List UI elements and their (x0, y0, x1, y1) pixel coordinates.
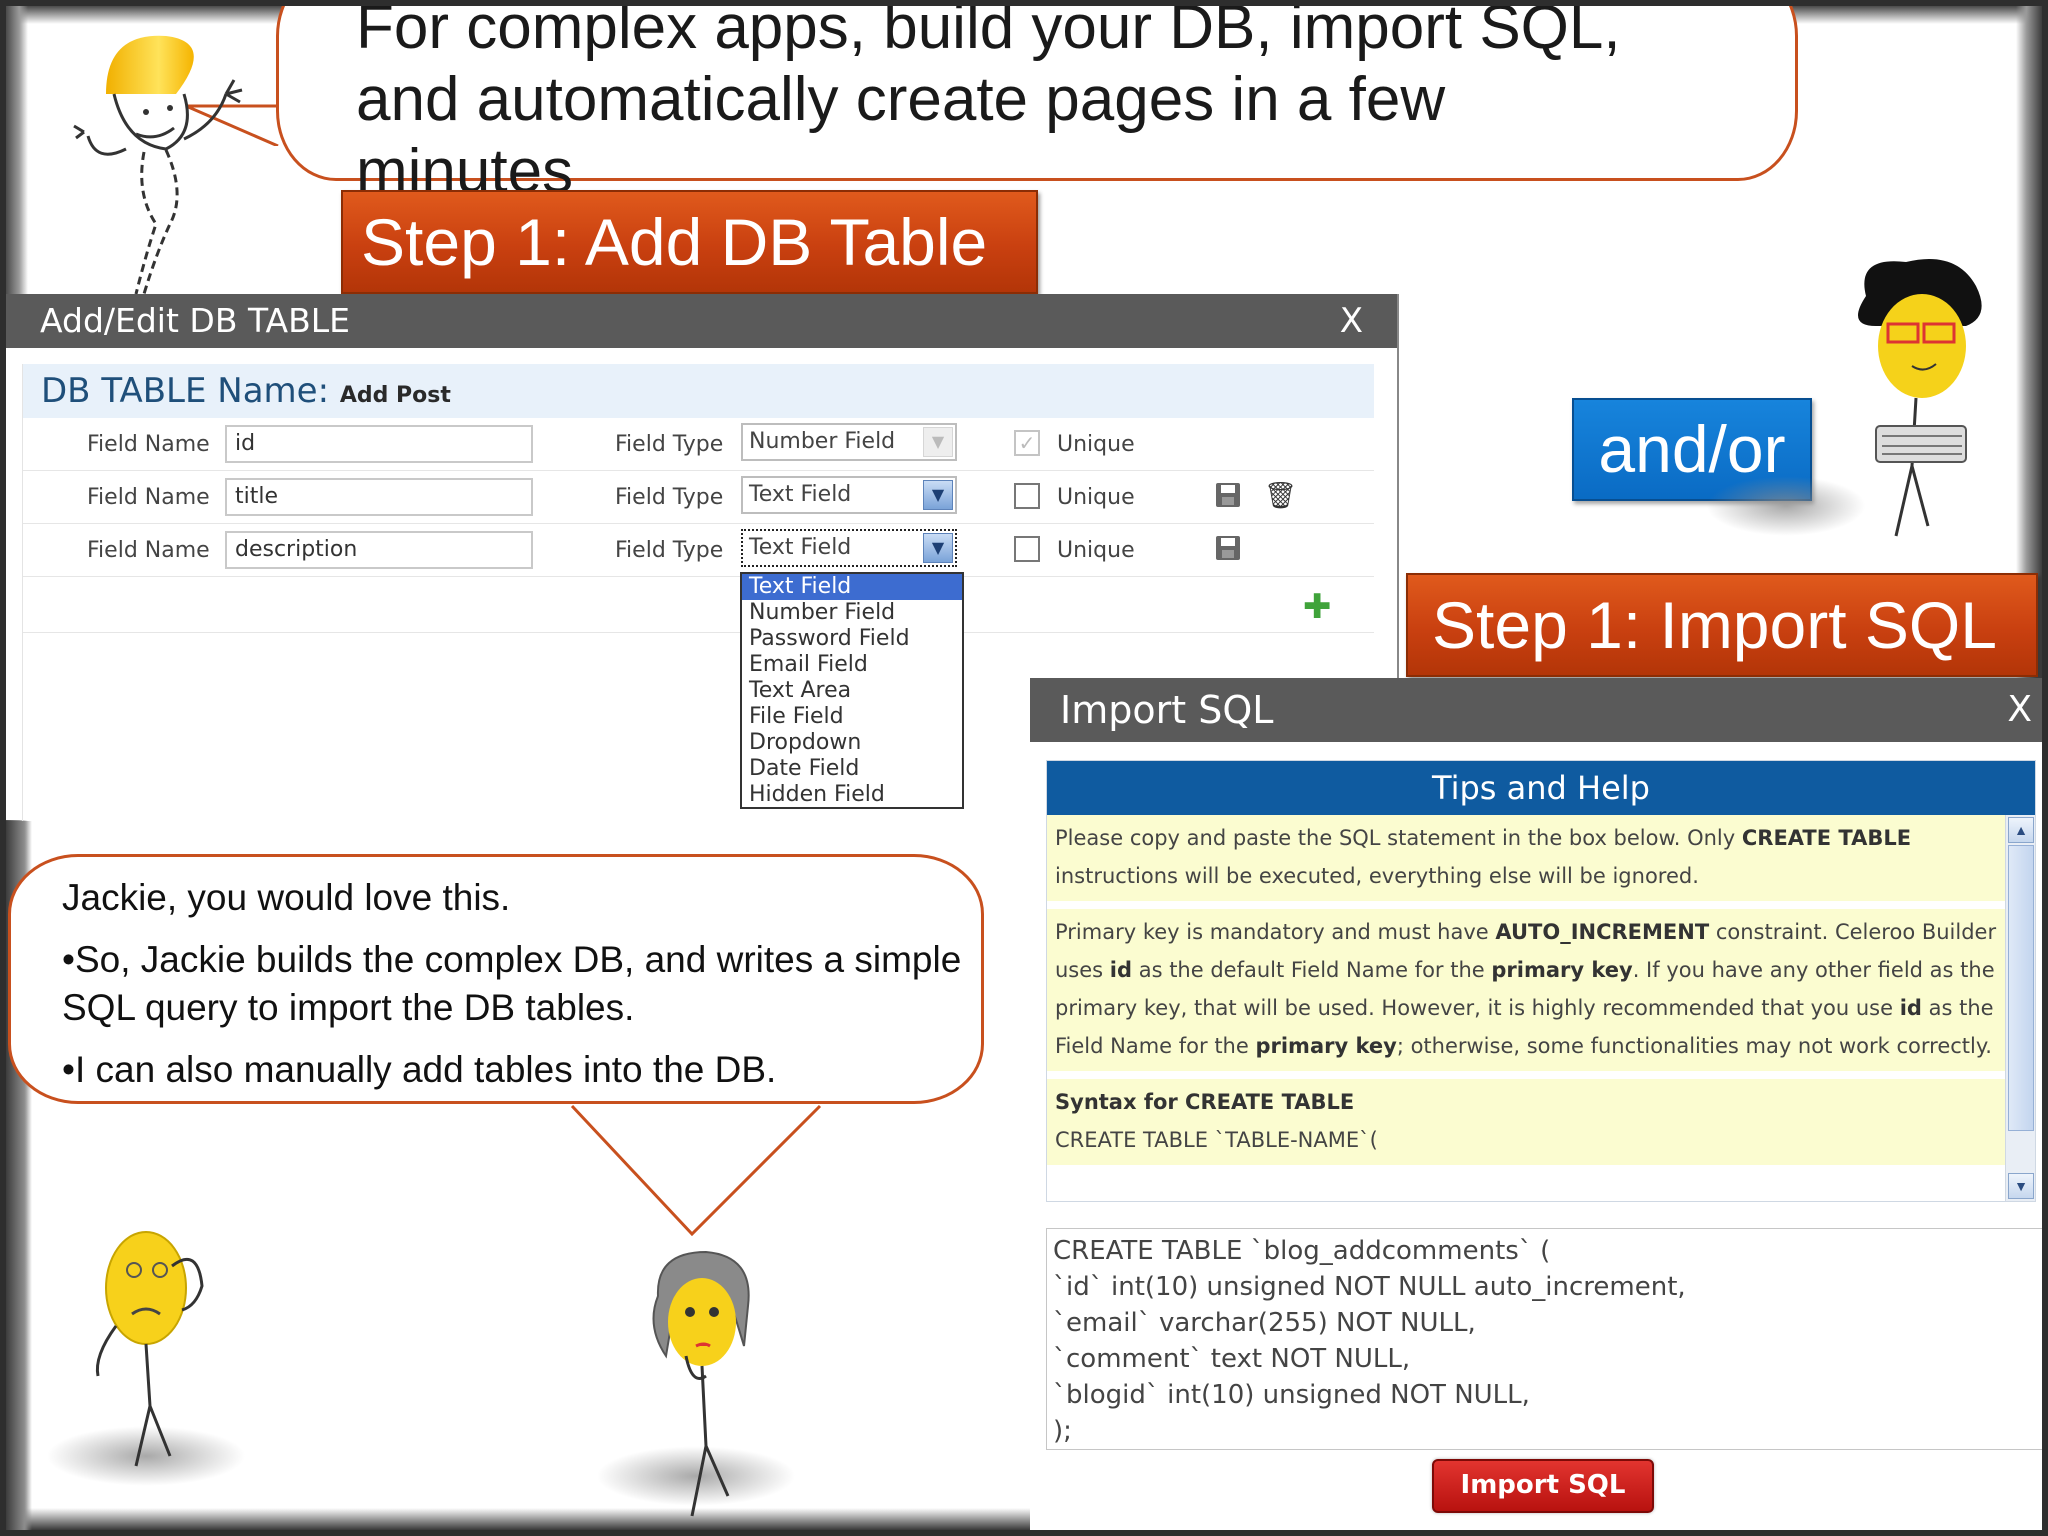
step1-import-sql-banner: Step 1: Import SQL (1406, 573, 2038, 677)
unique-checkbox[interactable] (1014, 536, 1040, 562)
tip-emphasis: CREATE TABLE (1741, 826, 1912, 850)
sql-textarea[interactable]: CREATE TABLE `blog_addcomments` ( `id` i… (1046, 1228, 2042, 1450)
db-table-name-value[interactable]: Add Post (340, 383, 451, 408)
dropdown-option[interactable]: Number Field (742, 600, 962, 626)
arrow-down-icon[interactable]: ▼ (2008, 1173, 2034, 1199)
dropdown-option[interactable]: File Field (742, 704, 962, 730)
tip-emphasis: id (1109, 958, 1133, 982)
dialog-close-button[interactable]: X (1340, 294, 1363, 348)
tips-scrollbar[interactable]: ▲ ▼ (2005, 815, 2035, 1201)
field-name-label: Field Name (87, 538, 210, 563)
tip-paragraph: Please copy and paste the SQL statement … (1047, 815, 2005, 909)
character-helmet-guy (73, 35, 243, 294)
dropdown-option[interactable]: Password Field (742, 626, 962, 652)
tip-emphasis: primary key (1491, 958, 1633, 982)
field-type-value: Text Field (749, 535, 852, 560)
dialog-title: Add/Edit DB TABLE (40, 301, 350, 340)
bubble-bottom-tail (570, 1104, 822, 1236)
tips-title: Tips and Help (1047, 761, 2035, 815)
field-type-select[interactable]: Text Field ▼ (741, 529, 957, 567)
tip-text: Primary key is mandatory and must have (1055, 920, 1496, 944)
field-type-label: Field Type (615, 432, 724, 457)
field-type-value: Text Field (749, 482, 852, 507)
character-jackie (652, 1250, 750, 1517)
slide: For complex apps, build your DB, import … (0, 0, 2048, 1536)
field-name-input[interactable]: title (225, 478, 533, 516)
field-row: Field Name id Field Type Number Field ▼ … (23, 418, 1374, 471)
tip-text: Please copy and paste the SQL statement … (1055, 826, 1742, 850)
field-name-label: Field Name (87, 432, 210, 457)
tip-text: as the default Field Name for the (1132, 958, 1492, 982)
tip-emphasis: id (1899, 996, 1922, 1020)
step1-add-db-table-banner: Step 1: Add DB Table (341, 190, 1038, 294)
dropdown-option[interactable]: Text Field (742, 574, 962, 600)
field-type-select[interactable]: Number Field ▼ (741, 423, 957, 461)
tips-content[interactable]: Please copy and paste the SQL statement … (1047, 815, 2005, 1201)
dialog-title: Import SQL (1060, 688, 1274, 732)
dropdown-option[interactable]: Text Area (742, 678, 962, 704)
arrow-up-icon[interactable]: ▲ (2008, 817, 2034, 843)
add-field-row: ✚ (23, 577, 1374, 633)
floppy-disk-icon[interactable] (1216, 536, 1240, 560)
syntax-title: Syntax for CREATE TABLE (1055, 1090, 1355, 1114)
dropdown-option[interactable]: Email Field (742, 652, 962, 678)
floppy-disk-icon[interactable] (1216, 483, 1240, 507)
tip-text: instructions will be executed, everythin… (1055, 864, 1699, 888)
field-type-select[interactable]: Text Field ▼ (741, 476, 957, 514)
unique-label: Unique (1057, 432, 1135, 457)
field-type-label: Field Type (615, 485, 724, 510)
tip-text: ; otherwise, some functionalities may no… (1396, 1034, 1992, 1058)
field-type-label: Field Type (615, 538, 724, 563)
tips-and-help-panel: Tips and Help Please copy and paste the … (1046, 760, 2036, 1202)
tip-emphasis: primary key (1255, 1034, 1397, 1058)
character-shadow (1706, 476, 1866, 536)
dialogue-line: Jackie, you would love this. (62, 877, 511, 918)
scrollbar-thumb[interactable] (2008, 845, 2034, 1131)
field-row: Field Name description Field Type Text F… (23, 524, 1374, 577)
db-table-name-row: DB TABLE Name: Add Post (23, 364, 1374, 418)
db-table-name-label: DB TABLE Name: (41, 371, 330, 411)
field-name-input[interactable]: id (225, 425, 533, 463)
tip-paragraph: Syntax for CREATE TABLE CREATE TABLE `TA… (1047, 1079, 2005, 1173)
import-sql-button[interactable]: Import SQL (1432, 1459, 1654, 1513)
unique-checkbox[interactable]: ✓ (1014, 430, 1040, 456)
field-type-value: Number Field (749, 429, 896, 454)
syntax-line: CREATE TABLE `TABLE-NAME`( (1055, 1128, 1378, 1152)
dropdown-option[interactable]: Hidden Field (742, 782, 962, 808)
dialog-title-bar: Import SQL X (1030, 678, 2042, 742)
dialog-title-bar: Add/Edit DB TABLE X (6, 294, 1397, 348)
unique-label: Unique (1057, 538, 1135, 563)
dialogue-line: •I can also manually add tables into the… (62, 1049, 777, 1090)
character-worried-guy (95, 1231, 204, 1467)
dialog-close-button[interactable]: X (2007, 678, 2032, 742)
field-name-label: Field Name (87, 485, 210, 510)
field-type-dropdown-list: Text Field Number Field Password Field E… (740, 572, 964, 809)
tip-paragraph: Primary key is mandatory and must have A… (1047, 909, 2005, 1079)
tip-emphasis: AUTO_INCREMENT (1495, 920, 1710, 944)
chevron-down-icon[interactable]: ▼ (923, 427, 953, 457)
headline-text: For complex apps, build your DB, import … (356, 0, 1621, 206)
field-name-input[interactable]: description (225, 531, 533, 569)
dialogue-line: •So, Jackie builds the complex DB, and w… (62, 939, 962, 1028)
dropdown-option[interactable]: Dropdown (742, 730, 962, 756)
field-row: Field Name title Field Type Text Field ▼… (23, 471, 1374, 524)
unique-checkbox[interactable] (1014, 483, 1040, 509)
chevron-down-icon[interactable]: ▼ (923, 480, 953, 510)
plus-icon[interactable]: ✚ (1303, 587, 1332, 627)
unique-label: Unique (1057, 485, 1135, 510)
dropdown-option[interactable]: Date Field (742, 756, 962, 782)
chevron-down-icon[interactable]: ▼ (923, 533, 953, 563)
trash-icon[interactable]: 🗑 (1264, 481, 1297, 511)
dialogue-text: Jackie, you would love this. •So, Jackie… (62, 874, 962, 1108)
import-sql-dialog: Import SQL X Tips and Help Please copy a… (1030, 678, 2042, 1530)
